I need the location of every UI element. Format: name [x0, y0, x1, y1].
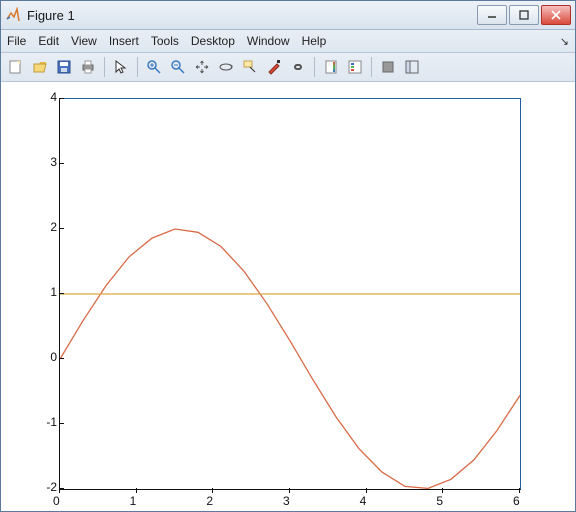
- ytick-label: -1: [43, 415, 57, 429]
- series-line: [60, 229, 520, 488]
- ytick-label: -2: [43, 480, 57, 494]
- legend-icon[interactable]: [344, 56, 366, 78]
- menu-view[interactable]: View: [71, 34, 97, 48]
- titlebar[interactable]: Figure 1: [1, 1, 575, 30]
- ytick-mark: [59, 293, 64, 294]
- maximize-button[interactable]: [509, 5, 539, 25]
- toolbar-separator: [137, 57, 138, 77]
- hide-plot-tools-icon[interactable]: [377, 56, 399, 78]
- xtick-label: 1: [130, 494, 137, 508]
- xtick-mark: [519, 488, 520, 493]
- rotate3d-icon[interactable]: [215, 56, 237, 78]
- data-cursor-icon[interactable]: [239, 56, 261, 78]
- menu-tools[interactable]: Tools: [151, 34, 179, 48]
- ytick-mark: [59, 423, 64, 424]
- xtick-label: 3: [283, 494, 290, 508]
- toolbar-separator: [104, 57, 105, 77]
- xtick-label: 5: [436, 494, 443, 508]
- window-title: Figure 1: [27, 8, 477, 23]
- menu-desktop[interactable]: Desktop: [191, 34, 235, 48]
- xtick-label: 4: [360, 494, 367, 508]
- xtick-mark: [136, 488, 137, 493]
- ytick-mark: [59, 228, 64, 229]
- ytick-mark: [59, 358, 64, 359]
- toolbar: [1, 53, 575, 82]
- menubar: File Edit View Insert Tools Desktop Wind…: [1, 30, 575, 53]
- ytick-mark: [59, 163, 64, 164]
- xtick-label: 6: [513, 494, 520, 508]
- ytick-label: 2: [43, 220, 57, 234]
- open-icon[interactable]: [29, 56, 51, 78]
- menu-file[interactable]: File: [7, 34, 26, 48]
- toolbar-separator: [314, 57, 315, 77]
- colorbar-icon[interactable]: [320, 56, 342, 78]
- xtick-mark: [366, 488, 367, 493]
- plot-area[interactable]: -2 -1 0 1 2 3 4 0 1 2 3 4 5 6: [1, 82, 575, 511]
- axes[interactable]: [59, 98, 521, 490]
- plot-canvas: [60, 99, 520, 489]
- xtick-mark: [289, 488, 290, 493]
- ytick-label: 1: [43, 285, 57, 299]
- brush-icon[interactable]: [263, 56, 285, 78]
- dock-icon[interactable]: ↘: [560, 35, 569, 48]
- matlab-icon: [5, 7, 21, 23]
- menu-insert[interactable]: Insert: [109, 34, 139, 48]
- ytick-mark: [59, 98, 64, 99]
- menu-edit[interactable]: Edit: [38, 34, 59, 48]
- xtick-mark: [59, 488, 60, 493]
- figure-window: Figure 1 File Edit View Insert Tools Des…: [0, 0, 576, 512]
- ytick-label: 3: [43, 155, 57, 169]
- menu-window[interactable]: Window: [247, 34, 290, 48]
- pointer-icon[interactable]: [110, 56, 132, 78]
- pan-icon[interactable]: [191, 56, 213, 78]
- close-button[interactable]: [541, 5, 571, 25]
- link-icon[interactable]: [287, 56, 309, 78]
- ytick-label: 4: [43, 90, 57, 104]
- xtick-label: 2: [206, 494, 213, 508]
- window-buttons: [477, 5, 571, 25]
- xtick-mark: [442, 488, 443, 493]
- ytick-label: 0: [43, 350, 57, 364]
- zoom-out-icon[interactable]: [167, 56, 189, 78]
- minimize-button[interactable]: [477, 5, 507, 25]
- zoom-in-icon[interactable]: [143, 56, 165, 78]
- new-figure-icon[interactable]: [5, 56, 27, 78]
- print-icon[interactable]: [77, 56, 99, 78]
- save-icon[interactable]: [53, 56, 75, 78]
- xtick-label: 0: [53, 494, 60, 508]
- toolbar-separator: [371, 57, 372, 77]
- menu-help[interactable]: Help: [302, 34, 327, 48]
- xtick-mark: [212, 488, 213, 493]
- show-plot-tools-icon[interactable]: [401, 56, 423, 78]
